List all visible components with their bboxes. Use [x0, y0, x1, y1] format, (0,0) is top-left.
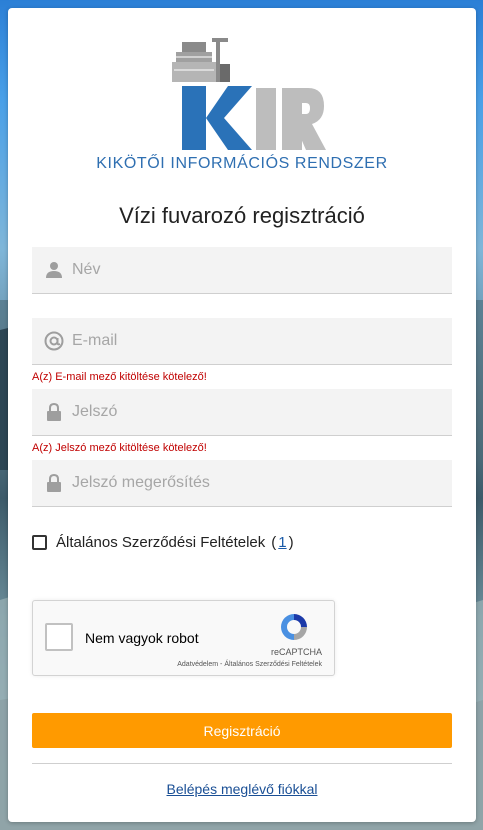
terms-open-paren: ( [271, 534, 277, 551]
page-title: Vízi fuvarozó regisztráció [119, 203, 365, 228]
login-link-row: Belépés meglévő fiókkal [8, 781, 476, 797]
registration-card: KIKÖTŐI INFORMÁCIÓS RENDSZER Vízi fuvaro… [8, 8, 476, 822]
terms-link[interactable]: 1 [278, 534, 286, 551]
name-field[interactable] [32, 247, 452, 294]
terms-row: Általános Szerződési Feltételek ( 1 ) [32, 534, 294, 551]
recaptcha-label: Nem vagyok robot [85, 630, 199, 646]
kir-logo [172, 38, 326, 150]
recaptcha-widget: Nem vagyok robot reCAPTCHA Adatvédelem -… [32, 600, 335, 676]
system-subtitle: KIKÖTŐI INFORMÁCIÓS RENDSZER [96, 155, 388, 172]
login-link[interactable]: Belépés meglévő fiókkal [167, 781, 318, 797]
password-error: A(z) Jelszó mező kitöltése kötelező! [32, 442, 207, 454]
lock-icon [32, 402, 72, 422]
recaptcha-brand: reCAPTCHA [270, 647, 322, 657]
name-input[interactable] [72, 247, 452, 293]
password-field[interactable] [32, 389, 452, 436]
email-input[interactable] [72, 318, 452, 364]
email-error: A(z) E-mail mező kitöltése kötelező! [32, 371, 207, 383]
password-confirm-input[interactable] [72, 460, 452, 506]
at-sign-icon [32, 331, 72, 351]
recaptcha-links[interactable]: Adatvédelem - Általános Szerződési Felté… [177, 661, 322, 668]
user-icon [32, 261, 72, 279]
terms-close-paren: ) [288, 534, 294, 551]
password-input[interactable] [72, 389, 452, 435]
recaptcha-checkbox[interactable] [45, 623, 73, 651]
register-button[interactable]: Regisztráció [32, 713, 452, 748]
terms-label[interactable]: Általános Szerződési Feltételek [56, 534, 265, 551]
password-confirm-field[interactable] [32, 460, 452, 507]
lock-icon [32, 473, 72, 493]
divider [32, 763, 452, 764]
terms-checkbox[interactable] [32, 535, 47, 550]
email-field[interactable] [32, 318, 452, 365]
recaptcha-icon [281, 614, 307, 640]
